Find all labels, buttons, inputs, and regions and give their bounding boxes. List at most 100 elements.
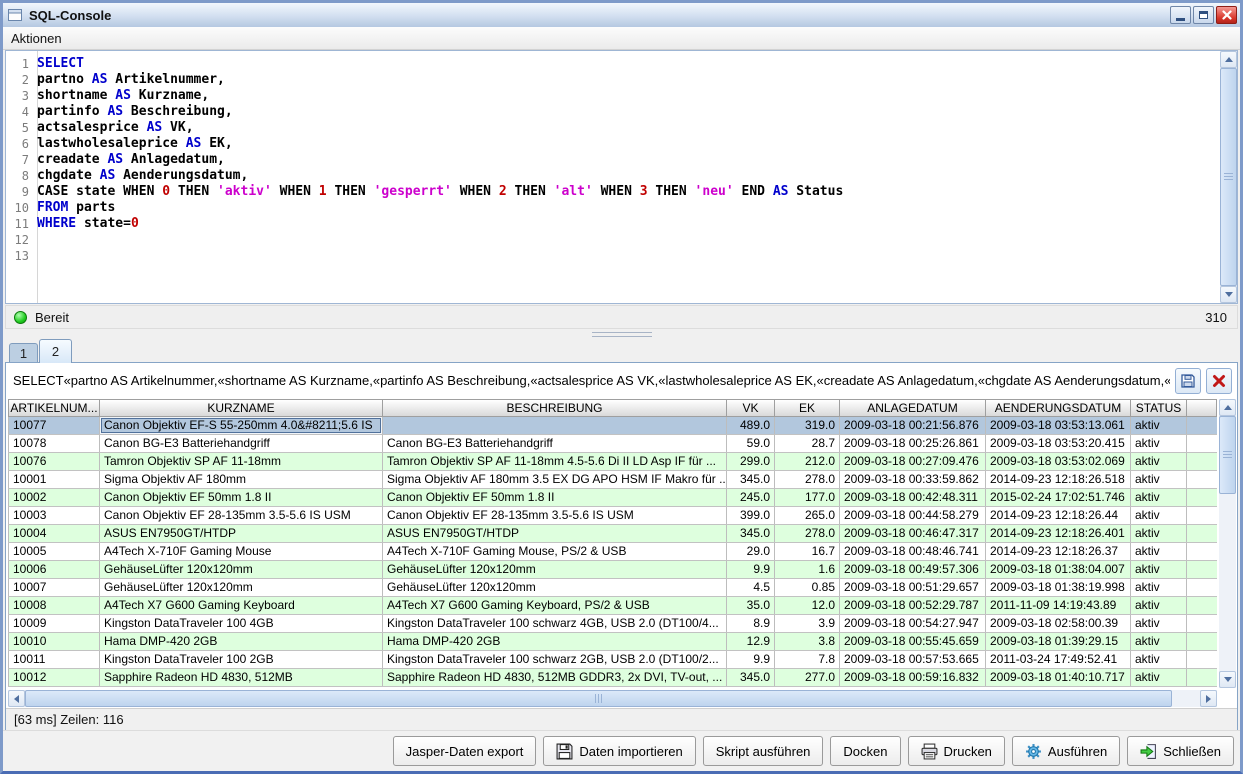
table-cell[interactable]: Canon Objektiv EF 28-135mm 3.5-5.6 IS US… [100,507,383,524]
table-cell[interactable]: 35.0 [727,597,775,614]
table-row[interactable]: 10078Canon BG-E3 BatteriehandgriffCanon … [8,435,1217,453]
table-cell[interactable]: 9.9 [727,561,775,578]
table-cell[interactable]: 2011-11-09 14:19:43.89 [986,597,1131,614]
table-cell[interactable]: 2009-03-18 00:46:47.317 [840,525,986,542]
table-cell[interactable]: GehäuseLüfter 120x120mm [383,561,727,578]
table-cell[interactable]: 2009-03-18 00:59:16.832 [840,669,986,686]
table-row[interactable]: 10005A4Tech X-710F Gaming MouseA4Tech X-… [8,543,1217,561]
table-cell[interactable]: 2014-09-23 12:18:26.401 [986,525,1131,542]
sql-editor-code[interactable]: 1SELECT2partno AS Artikelnummer,3shortna… [6,56,1219,303]
table-cell[interactable]: Sapphire Radeon HD 4830, 512MB GDDR3, 2x… [383,669,727,686]
table-cell[interactable]: aktiv [1131,579,1187,596]
table-cell[interactable]: 7.8 [775,651,840,668]
table-cell[interactable]: aktiv [1131,471,1187,488]
restore-button[interactable] [1193,6,1214,24]
table-cell[interactable]: 319.0 [775,417,840,434]
table-cell[interactable]: Tamron Objektiv SP AF 11-18mm 4.5-5.6 Di… [383,453,727,470]
run-script-button[interactable]: Skript ausführen [703,736,824,766]
table-cell[interactable]: 2014-09-23 12:18:26.518 [986,471,1131,488]
table-cell[interactable]: 265.0 [775,507,840,524]
table-cell[interactable]: ASUS EN7950GT/HTDP [100,525,383,542]
column-header[interactable]: EK [775,399,840,417]
close-result-button[interactable] [1206,368,1232,394]
column-header[interactable]: STATUS [1131,399,1187,417]
table-cell[interactable]: 2009-03-18 00:57:53.665 [840,651,986,668]
table-cell[interactable]: 10005 [8,543,100,560]
table-cell[interactable]: 2009-03-18 00:27:09.476 [840,453,986,470]
table-cell[interactable]: aktiv [1131,507,1187,524]
table-cell[interactable]: aktiv [1131,597,1187,614]
table-cell[interactable]: Sapphire Radeon HD 4830, 512MB [100,669,383,686]
table-cell[interactable]: 489.0 [727,417,775,434]
table-cell[interactable]: 2009-03-18 00:42:48.311 [840,489,986,506]
dock-button[interactable]: Docken [830,736,900,766]
table-cell[interactable]: 277.0 [775,669,840,686]
table-cell[interactable]: 10010 [8,633,100,650]
table-row[interactable]: 10003Canon Objektiv EF 28-135mm 3.5-5.6 … [8,507,1217,525]
table-row[interactable]: 10006GehäuseLüfter 120x120mmGehäuseLüfte… [8,561,1217,579]
table-cell[interactable] [383,417,727,434]
table-row[interactable]: 10007GehäuseLüfter 120x120mmGehäuseLüfte… [8,579,1217,597]
column-header[interactable]: ARTIKELNUM... [8,399,100,417]
table-row[interactable]: 10009Kingston DataTraveler 100 4GBKingst… [8,615,1217,633]
table-cell[interactable]: 345.0 [727,471,775,488]
table-cell[interactable]: 10009 [8,615,100,632]
table-cell[interactable]: 2009-03-18 01:40:10.717 [986,669,1131,686]
table-cell[interactable]: 10006 [8,561,100,578]
jasper-export-button[interactable]: Jasper-Daten export [393,736,537,766]
table-cell[interactable]: 212.0 [775,453,840,470]
table-cell[interactable]: A4Tech X-710F Gaming Mouse [100,543,383,560]
table-cell[interactable]: 399.0 [727,507,775,524]
table-cell[interactable]: 4.5 [727,579,775,596]
table-cell[interactable]: 10004 [8,525,100,542]
table-row[interactable]: 10077Canon Objektiv EF-S 55-250mm 4.0&#8… [8,417,1217,435]
table-cell[interactable]: Hama DMP-420 2GB [383,633,727,650]
table-cell[interactable]: aktiv [1131,561,1187,578]
menu-item-aktionen[interactable]: Aktionen [3,31,70,46]
table-cell[interactable]: 9.9 [727,651,775,668]
table-cell[interactable]: A4Tech X7 G600 Gaming Keyboard, PS/2 & U… [383,597,727,614]
scroll-down-button[interactable] [1220,286,1237,303]
scroll-down-button[interactable] [1219,671,1236,688]
table-cell[interactable]: 2009-03-18 00:52:29.787 [840,597,986,614]
table-cell[interactable]: 2009-03-18 00:54:27.947 [840,615,986,632]
table-cell[interactable]: 10011 [8,651,100,668]
table-cell[interactable]: 345.0 [727,525,775,542]
table-cell[interactable]: 2009-03-18 03:53:13.061 [986,417,1131,434]
table-cell[interactable]: Canon Objektiv EF 50mm 1.8 II [383,489,727,506]
table-cell[interactable]: 2009-03-18 00:33:59.862 [840,471,986,488]
column-header[interactable]: KURZNAME [100,399,383,417]
table-cell[interactable]: Hama DMP-420 2GB [100,633,383,650]
table-cell[interactable]: 10002 [8,489,100,506]
table-cell[interactable]: 10007 [8,579,100,596]
table-cell[interactable]: 2011-03-24 17:49:52.41 [986,651,1131,668]
execute-button[interactable]: Ausführen [1012,736,1120,766]
table-cell[interactable]: 8.9 [727,615,775,632]
table-cell[interactable]: 3.9 [775,615,840,632]
table-cell[interactable]: 2009-03-18 00:25:26.861 [840,435,986,452]
table-row[interactable]: 10012Sapphire Radeon HD 4830, 512MBSapph… [8,669,1217,687]
table-cell[interactable]: 2014-09-23 12:18:26.44 [986,507,1131,524]
column-header[interactable]: AENDERUNGSDATUM [986,399,1131,417]
table-cell[interactable]: 10003 [8,507,100,524]
scrollbar-thumb[interactable] [25,690,1172,707]
table-vertical-scrollbar[interactable] [1219,399,1236,688]
table-cell[interactable]: 10076 [8,453,100,470]
print-button[interactable]: Drucken [908,736,1005,766]
table-cell[interactable]: 2009-03-18 03:53:02.069 [986,453,1131,470]
table-cell[interactable]: 2009-03-18 01:39:29.15 [986,633,1131,650]
table-row[interactable]: 10008A4Tech X7 G600 Gaming KeyboardA4Tec… [8,597,1217,615]
table-cell[interactable]: 2014-09-23 12:18:26.37 [986,543,1131,560]
close-window-button[interactable] [1216,6,1237,24]
table-cell[interactable]: 278.0 [775,471,840,488]
table-cell[interactable]: 2009-03-18 00:21:56.876 [840,417,986,434]
table-row[interactable]: 10010Hama DMP-420 2GBHama DMP-420 2GB12.… [8,633,1217,651]
table-cell[interactable]: 2015-02-24 17:02:51.746 [986,489,1131,506]
table-cell[interactable]: aktiv [1131,651,1187,668]
scroll-up-button[interactable] [1219,399,1236,416]
sql-editor[interactable]: 1SELECT2partno AS Artikelnummer,3shortna… [5,50,1238,304]
table-row[interactable]: 10011Kingston DataTraveler 100 2GBKingst… [8,651,1217,669]
table-cell[interactable]: 29.0 [727,543,775,560]
table-cell[interactable]: 12.0 [775,597,840,614]
table-cell[interactable]: 10008 [8,597,100,614]
